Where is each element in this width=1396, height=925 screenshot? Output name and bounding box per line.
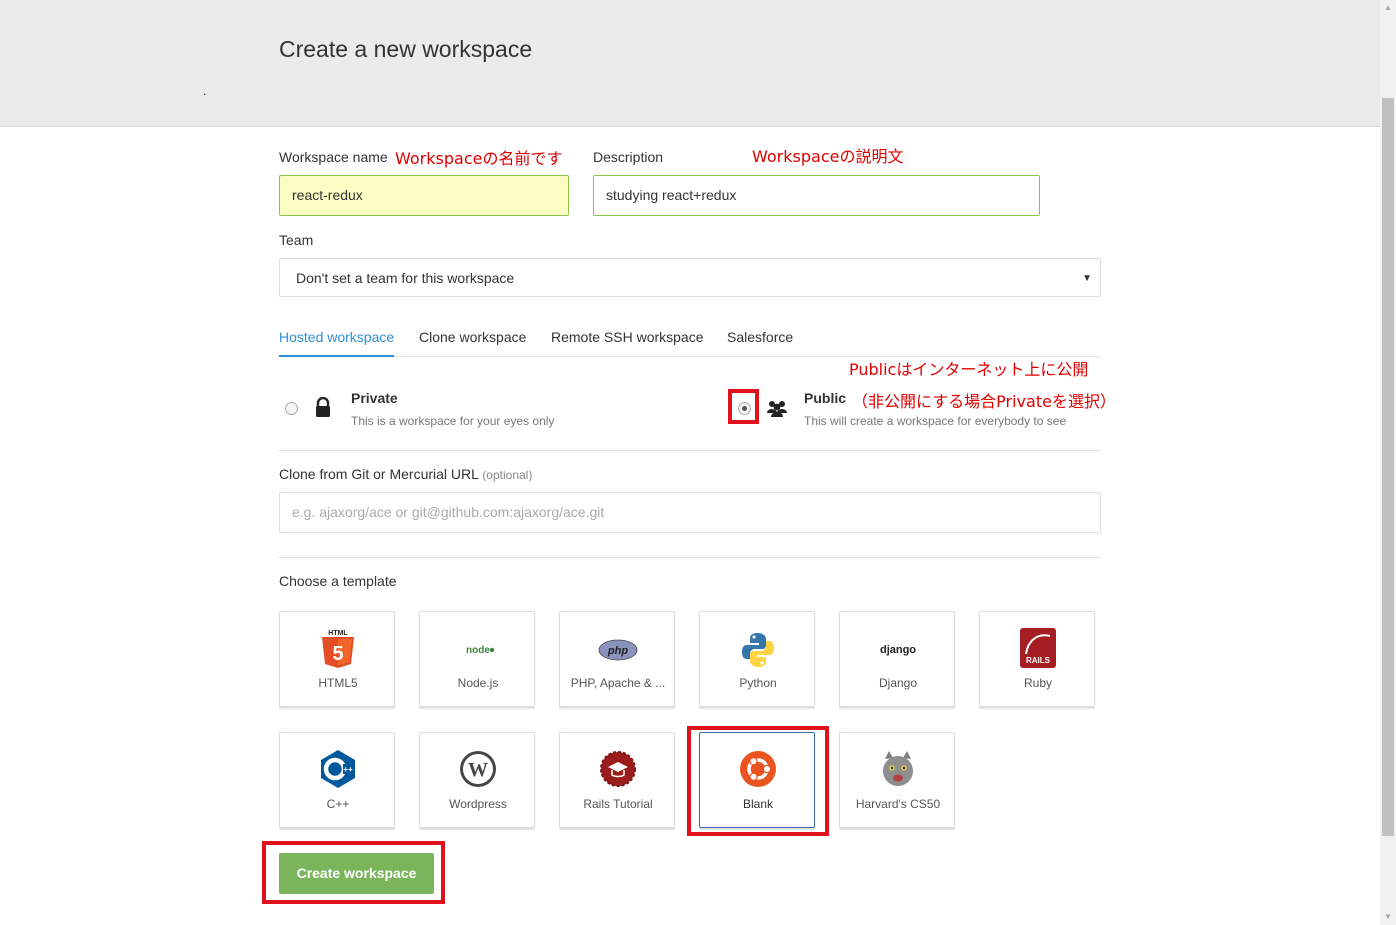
svg-text:++: ++ [343,765,353,774]
section-divider [279,450,1101,451]
workspace-type-tabs: Hosted workspace Clone workspace Remote … [279,326,1101,357]
create-button-highlight [262,841,445,904]
rails-icon: RAILS [1020,628,1056,668]
optional-hint: (optional) [482,468,533,482]
template-label: Python [739,676,777,690]
private-radio[interactable] [285,402,298,415]
description-input[interactable]: studying react+redux [593,175,1040,216]
template-label: Django [878,676,918,690]
public-radio-highlight [728,389,759,424]
cpp-icon: ++ [321,750,355,788]
svg-text:django: django [880,644,916,656]
template-label: HTML5 [318,676,358,690]
page-title: Create a new workspace [279,36,533,62]
svg-text:5: 5 [332,643,343,665]
private-description: This is a workspace for your eyes only [351,414,555,428]
template-python[interactable]: Python [699,611,815,707]
choose-template-label: Choose a template [279,573,397,589]
svg-text:php: php [607,645,628,657]
svg-text:node: node [466,645,490,656]
template-label: Node.js [457,676,499,690]
blank-template-highlight [687,726,829,836]
nodejs-icon: node [466,645,495,656]
private-title: Private [351,390,398,406]
clone-url-input[interactable]: e.g. ajaxorg/ace or git@github.com:ajaxo… [279,492,1101,533]
template-label: Wordpress [449,797,507,811]
users-icon [767,401,787,417]
template-label: C++ [326,797,350,811]
team-label: Team [279,232,314,248]
description-annotation: Workspaceの説明文 [752,147,904,166]
scroll-down-arrow-icon[interactable]: ▼ [1380,909,1396,925]
template-label: Ruby [1023,676,1052,690]
python-icon [742,633,774,667]
public-title: Public [804,390,847,406]
scrollbar[interactable]: ▲ ▼ [1380,0,1396,925]
rails-tutorial-icon [600,751,636,787]
wordpress-icon: W [460,751,496,787]
tab-hosted-workspace[interactable]: Hosted workspace [279,326,395,357]
workspace-name-label: Workspace name [279,149,388,165]
public-annotation: Publicはインターネット上に公開 [849,360,1089,379]
lock-icon [316,397,330,417]
clone-url-label-text: Clone from Git or Mercurial URL [279,466,479,482]
workspace-name-annotation: Workspaceの名前です [395,149,563,168]
template-label: Harvard's CS50 [855,797,941,811]
php-icon: php [598,639,638,661]
html5-icon: HTML 5 [322,630,354,668]
chevron-down-icon: ▼ [1082,273,1092,284]
svg-text:HTML: HTML [328,630,348,637]
scroll-up-arrow-icon[interactable]: ▲ [1380,0,1396,16]
template-rails-tutorial[interactable]: Rails Tutorial [559,732,675,828]
description-label: Description [593,149,664,165]
tab-salesforce[interactable]: Salesforce [727,326,793,355]
section-divider [279,557,1101,558]
team-select-value: Don't set a team for this workspace [296,270,515,286]
clone-url-label: Clone from Git or Mercurial URL (optiona… [279,466,532,482]
workspace-name-input[interactable]: react-redux [279,175,569,216]
template-wordpress[interactable]: W Wordpress [419,732,535,828]
template-ruby[interactable]: RAILS Ruby [979,611,1095,707]
header-dot: . [203,84,207,98]
template-nodejs[interactable]: node Node.js [419,611,535,707]
template-label: Rails Tutorial [583,797,653,811]
svg-text:RAILS: RAILS [1026,656,1051,665]
template-html5[interactable]: HTML 5 HTML5 [279,611,395,707]
scrollbar-thumb[interactable] [1382,98,1394,836]
cs50-cat-icon [883,751,913,786]
svg-text:W: W [468,759,488,781]
private-annotation: （非公開にする場合Privateを選択） [852,392,1116,411]
public-description: This will create a workspace for everybo… [804,414,1067,428]
template-php[interactable]: php PHP, Apache & ... [559,611,675,707]
tab-remote-ssh-workspace[interactable]: Remote SSH workspace [551,326,704,355]
template-label: PHP, Apache & ... [570,676,666,690]
template-cpp[interactable]: ++ C++ [279,732,395,828]
page-header: Create a new workspace . [0,0,1380,127]
django-icon: django [880,644,916,656]
team-select[interactable]: Don't set a team for this workspace ▼ [279,258,1101,297]
template-django[interactable]: django Django [839,611,955,707]
tab-clone-workspace[interactable]: Clone workspace [419,326,526,355]
template-cs50[interactable]: Harvard's CS50 [839,732,955,828]
